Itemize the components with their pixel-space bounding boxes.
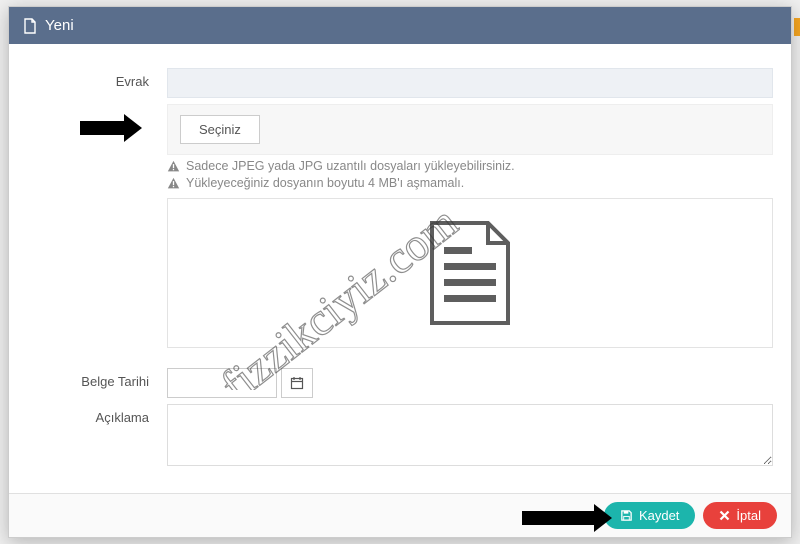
uploader-block: Seçiniz xyxy=(167,104,773,155)
belge-tarihi-label: Belge Tarihi xyxy=(27,368,167,389)
warning-icon xyxy=(167,160,180,173)
hint-filetype: Sadece JPEG yada JPG uzantılı dosyaları … xyxy=(167,159,773,173)
modal-body: Evrak Seçiniz xyxy=(9,44,791,493)
hint-filesize: Yükleyeceğiniz dosyanın boyutu 4 MB'ı aş… xyxy=(167,176,773,190)
aciklama-label: Açıklama xyxy=(27,404,167,425)
file-icon xyxy=(23,18,37,34)
aciklama-textarea[interactable] xyxy=(167,404,773,466)
file-select-button[interactable]: Seçiniz xyxy=(180,115,260,144)
save-icon xyxy=(620,509,633,522)
modal-title: Yeni xyxy=(45,17,74,34)
evrak-input[interactable] xyxy=(167,68,773,98)
background-accent xyxy=(794,18,800,36)
modal-new-document: Yeni Evrak Seçiniz xyxy=(8,6,792,538)
calendar-icon xyxy=(290,376,304,390)
document-icon xyxy=(422,219,518,327)
cancel-button[interactable]: İptal xyxy=(703,502,777,529)
file-preview-placeholder xyxy=(167,198,773,348)
modal-footer: Kaydet İptal xyxy=(9,493,791,537)
evrak-label: Evrak xyxy=(27,68,167,89)
warning-icon xyxy=(167,177,180,190)
belge-tarihi-input[interactable] xyxy=(167,368,277,398)
save-button[interactable]: Kaydet xyxy=(604,502,695,529)
modal-header: Yeni xyxy=(9,7,791,44)
date-picker-button[interactable] xyxy=(281,368,313,398)
close-icon xyxy=(719,510,730,521)
